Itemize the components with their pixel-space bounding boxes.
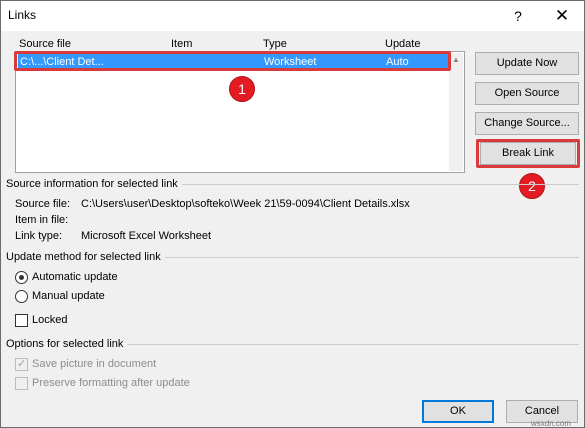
scroll-up-arrow-icon[interactable]: ▲ xyxy=(449,55,463,67)
save-picture-label: Save picture in document xyxy=(32,358,157,370)
change-source-button[interactable]: Change Source... xyxy=(475,112,579,135)
source-file-value: C:\Users\user\Desktop\softeko\Week 21\59… xyxy=(81,198,410,210)
annotation-badge-2: 2 xyxy=(519,173,545,199)
column-header-source-file[interactable]: Source file xyxy=(19,38,71,50)
title-bar: Links ? ✕ xyxy=(1,1,584,31)
manual-update-radio[interactable] xyxy=(15,290,28,303)
manual-update-label[interactable]: Manual update xyxy=(32,290,105,302)
column-header-item[interactable]: Item xyxy=(171,38,192,50)
links-list-header: Source file Item Type Update xyxy=(1,38,471,52)
list-scrollbar[interactable] xyxy=(449,53,463,171)
save-picture-checkbox[interactable]: ✓ xyxy=(15,358,28,371)
ok-button[interactable]: OK xyxy=(422,400,494,423)
help-button[interactable]: ? xyxy=(505,4,531,28)
source-file-label: Source file: xyxy=(15,198,71,210)
update-method-section-title: Update method for selected link xyxy=(6,251,165,263)
source-info-section-title: Source information for selected link xyxy=(6,178,182,190)
item-in-file-label: Item in file: xyxy=(15,214,69,226)
link-type-value: Microsoft Excel Worksheet xyxy=(81,230,212,242)
column-header-type[interactable]: Type xyxy=(263,38,287,50)
options-section-title: Options for selected link xyxy=(6,338,128,350)
links-dialog: Links ? ✕ Source file Item Type Update C… xyxy=(0,0,585,428)
locked-label[interactable]: Locked xyxy=(32,314,67,326)
close-button[interactable]: ✕ xyxy=(547,4,577,28)
column-header-update[interactable]: Update xyxy=(385,38,420,50)
preserve-formatting-checkbox[interactable] xyxy=(15,377,28,390)
preserve-formatting-label: Preserve formatting after update xyxy=(32,377,190,389)
locked-checkbox[interactable] xyxy=(15,314,28,327)
link-type-label: Link type: xyxy=(15,230,63,242)
break-link-highlight xyxy=(476,139,580,168)
automatic-update-label[interactable]: Automatic update xyxy=(32,271,118,283)
dialog-title: Links xyxy=(8,8,37,22)
open-source-button[interactable]: Open Source xyxy=(475,82,579,105)
checkmark-icon: ✓ xyxy=(17,358,27,370)
watermark-text: wsxdn.com xyxy=(531,419,572,428)
automatic-update-radio[interactable] xyxy=(15,271,28,284)
selected-row-highlight xyxy=(14,51,451,71)
annotation-badge-1: 1 xyxy=(229,76,255,102)
update-now-button[interactable]: Update Now xyxy=(475,52,579,75)
